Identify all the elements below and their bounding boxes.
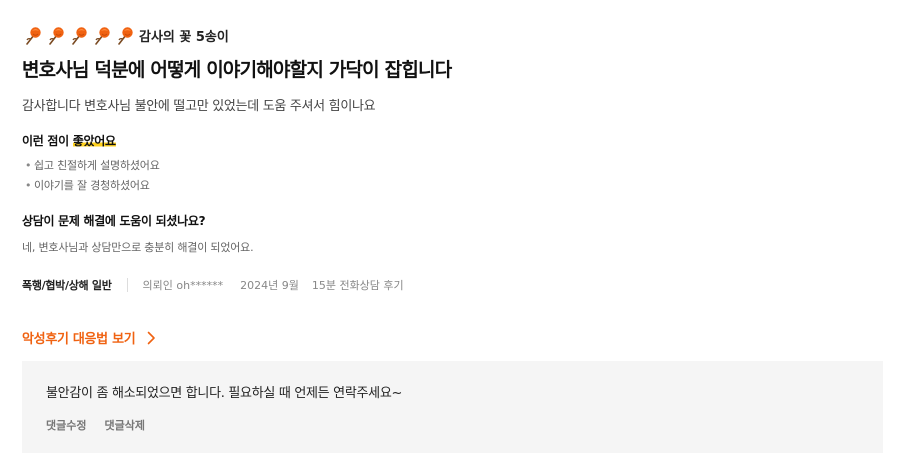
review-card: 감사의 꽃 5송이 변호사님 덕분에 어떻게 이야기해야할지 가닥이 잡힙니다 … xyxy=(22,24,884,453)
flower-count-label: 감사의 꽃 5송이 xyxy=(139,29,229,45)
chevron-right-icon xyxy=(148,331,156,344)
reply-actions: 댓글수정 댓글삭제 xyxy=(46,417,859,433)
meta-date: 2024년 9월 xyxy=(240,279,299,292)
flower-icon xyxy=(45,24,68,46)
flower-rating: 감사의 꽃 5송이 xyxy=(22,24,884,46)
flower-icon xyxy=(91,24,114,46)
flower-icon xyxy=(114,24,137,46)
good-points-title-highlight: 좋았어요 xyxy=(72,134,116,148)
bad-review-guide-link[interactable]: 악성후기 대응법 보기 xyxy=(22,328,156,347)
edit-reply-button[interactable]: 댓글수정 xyxy=(46,417,86,433)
question-answer: 네, 변호사님과 상담만으로 충분히 해결이 되었어요. xyxy=(22,241,254,254)
meta-consult-type: 15분 전화상담 후기 xyxy=(311,279,404,292)
delete-reply-button[interactable]: 댓글삭제 xyxy=(104,417,144,433)
meta-category: 폭행/협박/상해 일반 xyxy=(22,279,112,292)
review-meta: 폭행/협박/상해 일반 의뢰인 oh****** 2024년 9월 15분 전화… xyxy=(22,277,884,293)
meta-client: 의뢰인 oh****** xyxy=(142,279,224,292)
lawyer-reply-box: 불안감이 좀 해소되었으면 합니다. 필요하실 때 언제든 연락주세요~ 댓글수… xyxy=(22,361,883,453)
bad-review-guide-label: 악성후기 대응법 보기 xyxy=(22,332,136,347)
flower-icon xyxy=(68,24,91,46)
review-title: 변호사님 덕분에 어떻게 이야기해야할지 가닥이 잡힙니다 xyxy=(22,59,452,81)
reply-text: 불안감이 좀 해소되었으면 합니다. 필요하실 때 언제든 연락주세요~ xyxy=(46,386,403,401)
good-points-title: 이런 점이 좋았어요 xyxy=(22,132,884,149)
question-title: 상담이 문제 해결에 도움이 되셨나요? xyxy=(22,214,206,228)
review-body: 감사합니다 변호사님 불안에 떨고만 있었는데 도움 주셔서 힘이나요 xyxy=(22,99,376,114)
meta-divider xyxy=(126,278,128,292)
good-point-item: 쉽고 친절하게 설명하셨어요 xyxy=(22,156,884,176)
flower-icon xyxy=(22,24,45,46)
good-points-title-prefix: 이런 점이 xyxy=(22,134,73,148)
good-point-item: 이야기를 잘 경청하셨어요 xyxy=(22,176,884,196)
good-points-list: 쉽고 친절하게 설명하셨어요 이야기를 잘 경청하셨어요 xyxy=(22,156,884,196)
